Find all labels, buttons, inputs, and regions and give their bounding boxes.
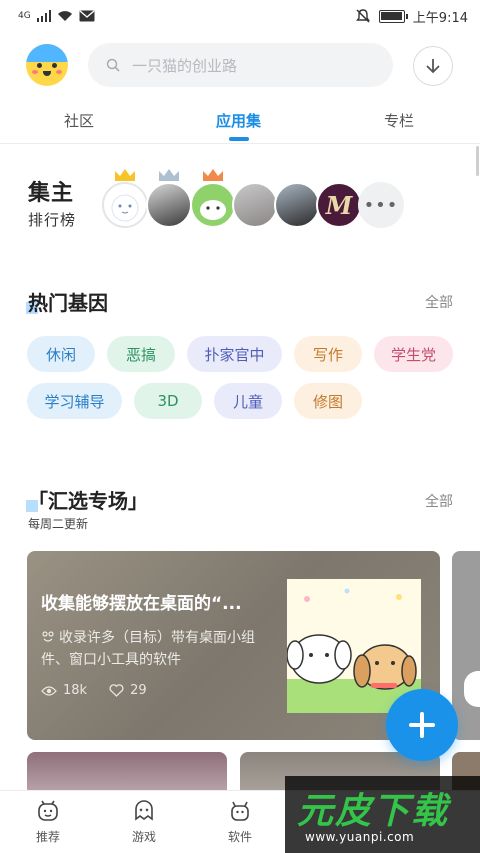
ranked-user-avatar[interactable]	[232, 182, 278, 228]
card-cover-image	[286, 579, 421, 713]
card-stats: 18k 29	[41, 683, 147, 698]
top-tabs: 社区 应用集 专栏	[0, 100, 480, 144]
scrollbar[interactable]	[476, 146, 479, 176]
tag-chip[interactable]: 学生党	[374, 336, 453, 372]
watermark-logo: 元皮下载 www.yuanpi.com	[285, 776, 480, 853]
tag-chip[interactable]: 写作	[294, 336, 362, 372]
crown-gold-icon	[115, 169, 135, 181]
software-icon	[231, 801, 249, 821]
more-dots-icon[interactable]: •••	[358, 182, 404, 228]
signal-icon	[36, 10, 52, 22]
download-button[interactable]	[413, 46, 453, 86]
ranked-user-avatar[interactable]: M	[316, 182, 362, 228]
tag-chip[interactable]: 恶搞	[107, 336, 175, 372]
mail-icon	[79, 10, 95, 22]
crown-bronze-icon	[203, 169, 223, 181]
likes-count: 29	[130, 683, 147, 698]
watermark-brand: 元皮下载	[297, 791, 450, 832]
search-input[interactable]: 一只猫的创业路	[88, 43, 393, 87]
ranked-user-avatar[interactable]	[102, 182, 148, 228]
tab-indicator	[229, 137, 249, 141]
watermark-url: www.yuanpi.com	[305, 830, 415, 844]
mute-icon	[355, 9, 370, 23]
next-collection-card[interactable]	[452, 551, 480, 740]
hot-genes-title: 热门基因	[26, 291, 108, 315]
status-bar: 4G 上午9:14	[0, 0, 480, 32]
app-header: 一只猫的创业路	[0, 40, 480, 90]
leaderboard-title-small: 排行榜	[28, 211, 77, 229]
create-button[interactable]	[386, 689, 458, 761]
crown-silver-icon	[159, 169, 179, 181]
download-icon	[426, 59, 440, 74]
search-icon	[106, 58, 120, 72]
like-icon[interactable]	[109, 684, 124, 697]
card-title: 收集能够摆放在桌面的“...	[41, 594, 242, 614]
ranked-user-avatar[interactable]	[274, 182, 320, 228]
tag-chip[interactable]: 休闲	[27, 336, 95, 372]
search-placeholder: 一只猫的创业路	[132, 56, 238, 75]
ranked-user-avatar[interactable]	[146, 182, 192, 228]
collection-card-row2[interactable]	[27, 752, 227, 792]
gene-icon	[42, 631, 54, 642]
game-icon	[135, 800, 153, 821]
tag-chip[interactable]: 扑家官中	[187, 336, 282, 372]
featured-title: 「汇选专场」	[26, 489, 148, 513]
featured-subtitle: 每周二更新	[28, 517, 89, 531]
views-count: 18k	[63, 683, 88, 698]
recommend-icon	[38, 800, 58, 821]
tab-columns[interactable]: 专栏	[384, 110, 414, 131]
svg-text:M: M	[325, 191, 354, 220]
views-icon	[41, 685, 57, 696]
tab-app-collections[interactable]: 应用集	[216, 110, 261, 131]
battery-icon	[378, 9, 408, 23]
nav-item-recommend[interactable]: 推荐	[18, 799, 78, 845]
tag-chip[interactable]: 修图	[294, 383, 362, 419]
network-type: 4G	[18, 10, 31, 21]
card-description: 收录许多（目标）带有桌面小组件、窗口小工具的软件	[41, 630, 255, 668]
ranked-user-avatar[interactable]	[190, 182, 236, 228]
collection-card[interactable]: 收集能够摆放在桌面的“... 收录许多（目标）带有桌面小组件、窗口小工具的软件 …	[27, 551, 440, 740]
plus-icon	[409, 712, 435, 738]
tag-chip[interactable]: 学习辅导	[27, 383, 122, 419]
hot-genes-more-link[interactable]: 全部	[425, 292, 453, 312]
avatar[interactable]	[26, 44, 68, 86]
wifi-icon	[58, 11, 73, 21]
leaderboard-avatars: M •••	[102, 169, 412, 232]
tag-chip[interactable]: 儿童	[214, 383, 282, 419]
leaderboard-title[interactable]: 集主 排行榜	[28, 175, 88, 230]
nav-label: 软件	[227, 830, 252, 844]
leaderboard-title-big: 集主	[28, 181, 75, 206]
nav-item-games[interactable]: 游戏	[114, 799, 174, 845]
nav-item-software[interactable]: 软件	[210, 799, 270, 845]
clock: 上午9:14	[412, 10, 468, 26]
featured-more-link[interactable]: 全部	[425, 491, 453, 511]
nav-label: 推荐	[35, 830, 60, 844]
nav-label: 游戏	[131, 830, 156, 844]
tag-chip[interactable]: 3D	[134, 383, 202, 419]
tab-community[interactable]: 社区	[64, 110, 94, 131]
